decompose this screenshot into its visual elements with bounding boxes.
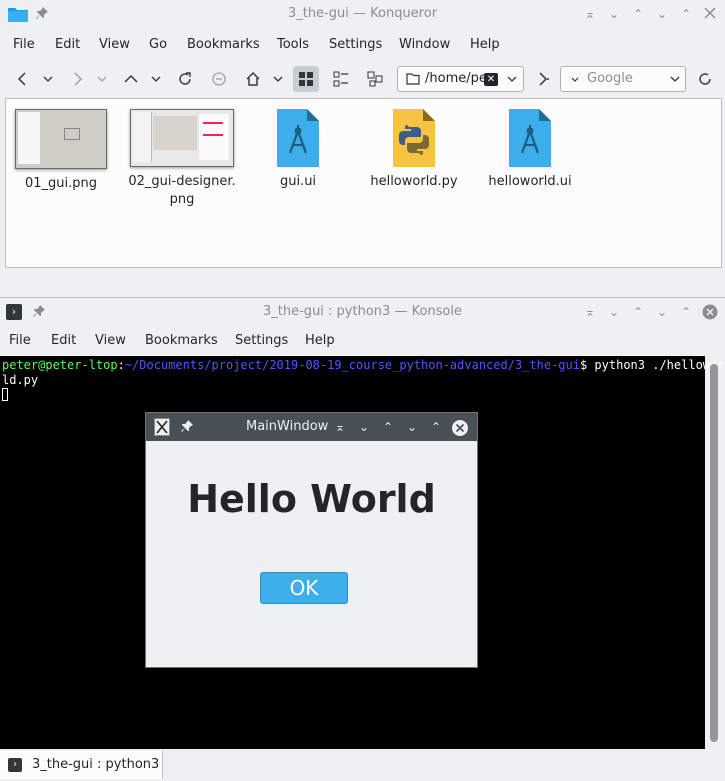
menu-view[interactable]: View — [99, 37, 130, 52]
forward-icon[interactable] — [64, 66, 90, 92]
file-view[interactable]: 01_gui.png 02_gui-designer. png gui.ui h… — [5, 98, 722, 268]
keep-above-icon[interactable]: ⌅ — [582, 6, 598, 22]
stop-icon[interactable] — [206, 66, 232, 92]
file-name: helloworld.py — [370, 174, 458, 189]
home-icon[interactable] — [240, 66, 266, 92]
shade-icon[interactable]: ⌃ — [630, 6, 646, 22]
scrollbar[interactable] — [707, 360, 723, 748]
search-engine-chevron-icon[interactable] — [570, 71, 580, 91]
window-title: MainWindow — [246, 419, 329, 434]
menu-bookmarks[interactable]: Bookmarks — [145, 333, 218, 348]
menu-file[interactable]: File — [9, 333, 31, 348]
toolbar: /home/pe ✕ Google — [0, 62, 725, 96]
konqueror-titlebar[interactable]: 3_the-gui — Konqueror ⌅ ⌄ ⌃ ⌄ ⌃ — [0, 0, 725, 28]
maximize-icon[interactable]: ⌃ — [678, 304, 694, 320]
forward-history-icon[interactable] — [92, 66, 112, 92]
reload-icon[interactable] — [172, 66, 198, 92]
close-icon[interactable] — [702, 6, 718, 22]
details-view-icon[interactable] — [328, 66, 354, 92]
pin-icon[interactable] — [180, 419, 194, 437]
menu-window[interactable]: Window — [399, 37, 450, 52]
prompt-path: ~/Documents/project/2019-08-19_course_py… — [124, 358, 580, 372]
scrollbar-handle[interactable] — [710, 364, 718, 742]
icon-view-icon[interactable] — [293, 66, 319, 92]
menubar: File Edit View Go Bookmarks Tools Settin… — [0, 32, 725, 58]
terminal-cursor — [2, 388, 8, 401]
minimize-icon[interactable]: ⌄ — [654, 304, 670, 320]
menu-file[interactable]: File — [13, 37, 35, 52]
back-icon[interactable] — [10, 66, 36, 92]
chevron-down-icon[interactable] — [669, 71, 681, 91]
file-item[interactable]: helloworld.ui — [475, 109, 585, 191]
file-item[interactable]: helloworld.py — [359, 109, 469, 191]
keep-below-icon[interactable]: ⌄ — [606, 6, 622, 22]
menu-settings[interactable]: Settings — [329, 37, 382, 52]
main-window: MainWindow ⌅ ⌄ ⌃ ⌄ ⌃ Hello World OK — [145, 412, 478, 668]
location-bar[interactable]: /home/pe ✕ — [397, 66, 524, 92]
terminal-tab[interactable]: › 3_the-gui : python3 — [0, 751, 163, 779]
search-bar[interactable]: Google — [560, 66, 686, 92]
file-item[interactable]: 02_gui-designer. png — [127, 109, 237, 209]
prompt-user: peter@peter-ltop — [2, 358, 118, 372]
file-item[interactable]: 01_gui.png — [6, 109, 116, 193]
terminal-line: peter@peter-ltop:~/Documents/project/201… — [2, 358, 724, 373]
main-window-titlebar[interactable]: MainWindow ⌅ ⌄ ⌃ ⌄ ⌃ — [146, 413, 477, 441]
maximize-icon[interactable]: ⌃ — [428, 419, 444, 435]
close-icon[interactable] — [451, 419, 468, 436]
menu-help[interactable]: Help — [305, 333, 335, 348]
image-thumbnail — [130, 109, 234, 167]
keep-above-icon[interactable]: ⌅ — [582, 304, 598, 320]
folder-icon — [406, 72, 420, 89]
file-name: helloworld.ui — [488, 174, 572, 189]
minimize-icon[interactable]: ⌄ — [404, 419, 420, 435]
menu-view[interactable]: View — [95, 333, 126, 348]
tab-label: 3_the-gui : python3 — [32, 757, 160, 772]
terminal-line: ld.py — [2, 373, 39, 387]
image-thumbnail — [15, 109, 107, 169]
maximize-icon[interactable]: ⌃ — [678, 6, 694, 22]
file-name: 02_gui-designer. png — [128, 174, 236, 207]
menubar: File Edit View Bookmarks Settings Help — [0, 328, 725, 354]
terminal-icon: › — [8, 758, 22, 772]
menu-go[interactable]: Go — [149, 37, 167, 52]
chevron-down-icon[interactable] — [506, 71, 518, 91]
menu-edit[interactable]: Edit — [55, 37, 80, 52]
x11-app-icon — [154, 418, 170, 436]
python-file-icon — [391, 109, 437, 167]
ui-file-icon — [507, 109, 553, 167]
ok-button[interactable]: OK — [260, 572, 348, 604]
hello-world-label: Hello World — [187, 477, 436, 521]
shade-icon[interactable]: ⌃ — [630, 304, 646, 320]
keep-above-icon[interactable]: ⌅ — [332, 419, 348, 435]
go-icon[interactable] — [530, 66, 556, 92]
konsole-titlebar[interactable]: › 3_the-gui : python3 — Konsole ⌅ ⌄ ⌃ ⌄ … — [0, 298, 725, 326]
location-text[interactable]: /home/pe — [425, 71, 487, 86]
home-history-icon[interactable] — [268, 66, 288, 92]
file-name: gui.ui — [279, 174, 317, 189]
up-history-icon[interactable] — [146, 66, 166, 92]
clear-location-icon[interactable]: ✕ — [484, 73, 498, 86]
menu-bookmarks[interactable]: Bookmarks — [187, 37, 260, 52]
file-item[interactable]: gui.ui — [243, 109, 353, 191]
up-icon[interactable] — [118, 66, 144, 92]
konqueror-window: 3_the-gui — Konqueror ⌅ ⌄ ⌃ ⌄ ⌃ File Edi… — [0, 0, 725, 296]
ui-file-icon — [275, 109, 321, 167]
file-name: 01_gui.png — [24, 176, 98, 191]
throbber-icon — [692, 66, 718, 92]
search-placeholder[interactable]: Google — [587, 71, 633, 86]
keep-below-icon[interactable]: ⌄ — [356, 419, 372, 435]
menu-tools[interactable]: Tools — [277, 37, 309, 52]
close-icon[interactable] — [702, 304, 718, 320]
prompt-command: $ python3 ./hellowor — [579, 358, 725, 372]
prompt-separator: : — [117, 358, 125, 372]
tab-bar: › 3_the-gui : python3 — [0, 751, 725, 781]
split-view-icon[interactable] — [362, 66, 388, 92]
keep-below-icon[interactable]: ⌄ — [606, 304, 622, 320]
menu-settings[interactable]: Settings — [235, 333, 288, 348]
shade-icon[interactable]: ⌃ — [380, 419, 396, 435]
back-history-icon[interactable] — [38, 66, 58, 92]
minimize-icon[interactable]: ⌄ — [654, 6, 670, 22]
menu-help[interactable]: Help — [470, 37, 500, 52]
menu-edit[interactable]: Edit — [51, 333, 76, 348]
